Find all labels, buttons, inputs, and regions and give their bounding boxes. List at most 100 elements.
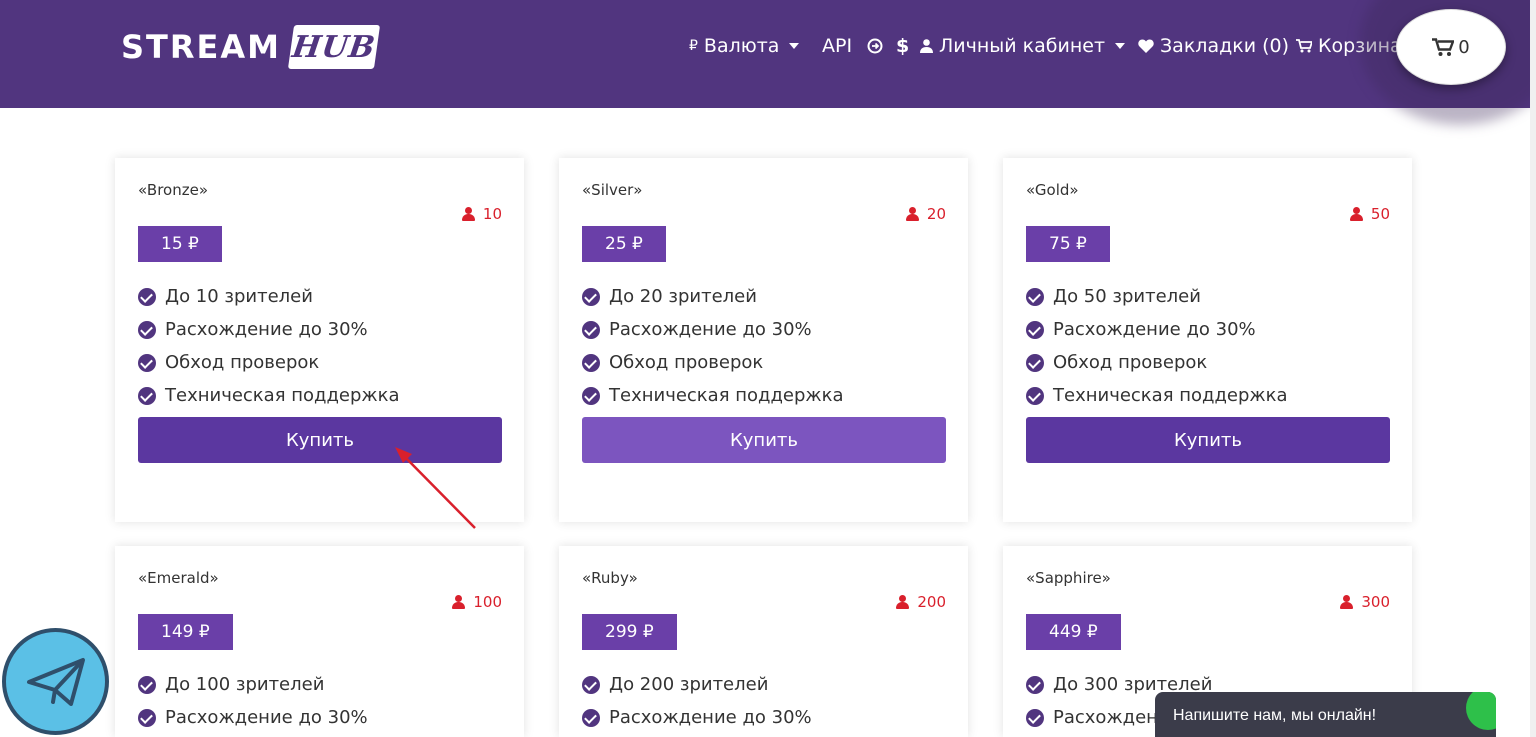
scrollbar[interactable] <box>1530 0 1536 737</box>
currency-label: Валюта <box>703 35 780 57</box>
buy-button[interactable]: Купить <box>1026 417 1390 463</box>
users-count: 200 <box>917 593 946 611</box>
feature-item: Обход проверок <box>138 346 400 379</box>
plan-price: 75 ₽ <box>1026 226 1110 262</box>
users-count: 10 <box>482 205 502 223</box>
users-count: 50 <box>1370 205 1390 223</box>
plan-name: «Emerald» <box>138 569 219 587</box>
feature-item: До 50 зрителей <box>1026 280 1288 313</box>
plan-card-emerald: «Emerald» 100 149 ₽ До 100 зрителей Расх… <box>115 546 524 737</box>
account-dropdown[interactable]: Личный кабинет <box>920 31 1126 61</box>
online-status-indicator <box>1466 692 1496 730</box>
feature-item: До 20 зрителей <box>582 280 844 313</box>
feature-list: До 20 зрителей Расхождение до 30% Обход … <box>582 280 844 412</box>
plan-name: «Bronze» <box>138 181 209 199</box>
feature-item: Расхождение до 30% <box>1026 313 1288 346</box>
feature-text: До 200 зрителей <box>609 674 769 695</box>
cart-count: 0 <box>1458 36 1470 58</box>
annotation-arrow-icon <box>395 447 476 529</box>
user-icon <box>1349 207 1363 221</box>
feature-item: Расхождение до 30% <box>582 313 844 346</box>
check-circle-icon <box>582 353 600 372</box>
check-circle-icon <box>1026 675 1044 694</box>
feature-text: Техническая поддержка <box>609 385 844 406</box>
check-circle-icon <box>1026 353 1044 372</box>
feature-text: До 50 зрителей <box>1053 286 1201 307</box>
arrow-circle-icon[interactable] <box>867 31 883 61</box>
plan-price: 449 ₽ <box>1026 614 1121 650</box>
ruble-icon: ₽ <box>689 38 698 54</box>
plan-price: 25 ₽ <box>582 226 666 262</box>
feature-item: Расхождение до 30% <box>138 313 400 346</box>
plan-users: 300 <box>1340 593 1390 611</box>
check-circle-icon <box>582 320 600 339</box>
check-circle-icon <box>1026 320 1044 339</box>
buy-button[interactable]: Купить <box>582 417 946 463</box>
telegram-icon <box>26 657 85 706</box>
feature-text: Расхождение до 30% <box>165 319 368 340</box>
check-circle-icon <box>582 675 600 694</box>
cart-icon <box>1296 39 1312 53</box>
plan-name: «Ruby» <box>582 569 638 587</box>
feature-item: До 200 зрителей <box>582 668 812 701</box>
feature-text: Расхождение до 30% <box>609 319 812 340</box>
feature-text: Техническая поддержка <box>1053 385 1288 406</box>
heart-icon <box>1138 39 1154 53</box>
chevron-down-icon <box>1115 43 1126 49</box>
users-count: 100 <box>473 593 502 611</box>
check-circle-icon <box>582 386 600 405</box>
feature-item: Расхождение до 30% <box>582 701 812 734</box>
cart-bubble[interactable]: 0 <box>1396 9 1506 85</box>
chat-widget[interactable]: Напишите нам, мы онлайн! <box>1155 692 1496 737</box>
feature-text: До 20 зрителей <box>609 286 757 307</box>
check-circle-icon <box>138 353 156 372</box>
feature-text: Расхождение до 30% <box>609 707 812 728</box>
plan-users: 10 <box>461 205 502 223</box>
plan-name: «Gold» <box>1026 181 1079 199</box>
currency-dropdown[interactable]: ₽ Валюта <box>689 31 800 61</box>
feature-item: Техническая поддержка <box>1026 379 1288 412</box>
bookmarks-link[interactable]: Закладки (0) <box>1138 31 1289 61</box>
check-circle-icon <box>138 320 156 339</box>
feature-item: Техническая поддержка <box>138 379 400 412</box>
site-header: STREAM HUB ₽ Валюта API $ Личный кабинет… <box>0 0 1530 108</box>
check-circle-icon <box>1026 386 1044 405</box>
telegram-button[interactable] <box>2 628 109 735</box>
api-link[interactable]: API <box>822 31 852 61</box>
feature-text: Расхождение до 30% <box>165 707 368 728</box>
user-icon <box>452 595 466 609</box>
plan-price: 299 ₽ <box>582 614 677 650</box>
feature-text: Расхождени <box>1053 707 1170 728</box>
balance-link[interactable]: $ <box>896 31 909 61</box>
check-circle-icon <box>138 675 156 694</box>
check-circle-icon <box>582 287 600 306</box>
feature-text: Обход проверок <box>1053 352 1208 373</box>
plan-users: 20 <box>905 205 946 223</box>
plan-users: 50 <box>1349 205 1390 223</box>
api-label: API <box>822 35 853 57</box>
plan-name: «Silver» <box>582 181 643 199</box>
plan-card-gold: «Gold» 50 75 ₽ До 50 зрителей Расхождени… <box>1003 158 1412 522</box>
plan-price: 149 ₽ <box>138 614 233 650</box>
user-icon <box>905 207 919 221</box>
check-circle-icon <box>138 287 156 306</box>
feature-text: Расхождение до 30% <box>1053 319 1256 340</box>
feature-text: До 100 зрителей <box>165 674 325 695</box>
check-circle-icon <box>138 708 156 727</box>
check-circle-icon <box>1026 708 1044 727</box>
chat-label: Напишите нам, мы онлайн! <box>1173 707 1377 724</box>
check-circle-icon <box>582 708 600 727</box>
plan-name: «Sapphire» <box>1026 569 1111 587</box>
feature-item: Обход проверок <box>582 346 844 379</box>
feature-text: Техническая поддержка <box>165 385 400 406</box>
feature-item: Расхождение до 30% <box>138 701 368 734</box>
feature-list: До 10 зрителей Расхождение до 30% Обход … <box>138 280 400 412</box>
bookmarks-label: Закладки (0) <box>1160 35 1290 57</box>
feature-item: Техническая поддержка <box>582 379 844 412</box>
user-icon <box>461 207 475 221</box>
chevron-down-icon <box>789 43 800 49</box>
feature-text: Обход проверок <box>165 352 320 373</box>
check-circle-icon <box>138 386 156 405</box>
feature-text: Обход проверок <box>609 352 764 373</box>
feature-list: До 200 зрителей Расхождение до 30% <box>582 668 812 734</box>
